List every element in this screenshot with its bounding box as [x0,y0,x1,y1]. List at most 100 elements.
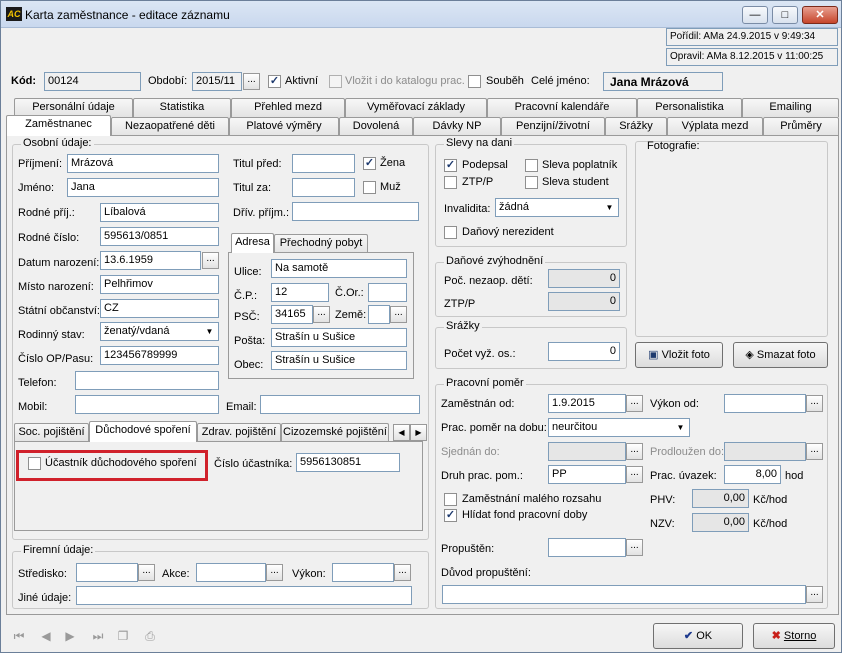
sjednan-do-input[interactable] [548,442,626,461]
zena-checkbox[interactable]: ✓ [363,157,376,170]
rodinny-stav-select[interactable]: ženatý/vdaná ▼ [100,322,219,341]
tab-pracovni-kalendare[interactable]: Pracovní kalendáře [487,98,637,117]
first-record-icon[interactable]: ⏮ [10,628,28,644]
stredisko-input[interactable] [76,563,138,582]
maly-rozsah-checkbox[interactable] [444,493,457,506]
ok-button[interactable]: ✔ OK [653,623,743,649]
muz-checkbox[interactable] [363,181,376,194]
previous-record-icon[interactable]: ◀ [37,628,55,644]
psc-picker-button[interactable]: ... [313,306,330,323]
ulice-input[interactable]: Na samotě [271,259,407,278]
zamestnan-od-input[interactable]: 1.9.2015 [548,394,626,413]
vykon-od-picker-button[interactable]: ... [806,395,823,412]
druh-picker-button[interactable]: ... [626,466,643,483]
stredisko-picker-button[interactable]: ... [138,564,155,581]
cor-input[interactable] [368,283,407,302]
tab-vymerovaci-zaklady[interactable]: Vyměřovací základy [345,98,487,117]
vykon-picker-button[interactable]: ... [394,564,411,581]
druh-input[interactable]: PP [548,465,626,484]
prijmeni-input[interactable]: Mrázová [67,154,219,173]
storno-button[interactable]: ✖ Storno [753,623,835,649]
akce-picker-button[interactable]: ... [266,564,283,581]
op-input[interactable]: 123456789999 [100,346,219,365]
tab-prehled-mezd[interactable]: Přehled mezd [231,98,345,117]
chevron-down-icon[interactable]: ▼ [673,420,688,435]
akce-input[interactable] [196,563,266,582]
last-record-icon[interactable]: ⏭ [89,628,107,644]
duvod-input[interactable] [442,585,806,604]
vlozit-foto-button[interactable]: ▣ Vložit foto [635,342,723,368]
tab-emailing[interactable]: Emailing [742,98,839,117]
tab-cizozemske-pojisteni[interactable]: Cizozemské pojištění [281,423,389,442]
prodlouzen-do-picker-button[interactable]: ... [806,443,823,460]
aktivni-checkbox[interactable]: ✓ [268,75,281,88]
jmeno-input[interactable]: Jana [67,178,219,197]
kod-field[interactable]: 00124 [44,72,141,91]
obcanstvi-input[interactable]: CZ [100,299,219,318]
posta-input[interactable]: Strašín u Sušice [271,328,407,347]
doba-select[interactable]: neurčitou ▼ [548,418,690,437]
podepsal-checkbox[interactable]: ✓ [444,159,457,172]
datum-narozeni-picker-button[interactable]: ... [202,252,219,269]
tab-prechodny-pobyt[interactable]: Přechodný pobyt [274,234,368,253]
maximize-button[interactable]: □ [772,6,798,24]
vlozit-checkbox[interactable] [329,75,342,88]
propusten-picker-button[interactable]: ... [626,539,643,556]
cislo-ucastnika-input[interactable]: 5956130851 [296,453,400,472]
telefon-input[interactable] [75,371,219,390]
tab-adresa[interactable]: Adresa [231,233,274,253]
ztpp-checkbox[interactable] [444,176,457,189]
cp-input[interactable]: 12 [271,283,329,302]
next-record-icon[interactable]: ▶ [61,628,79,644]
tab-soc-pojisteni[interactable]: Soc. pojištění [14,423,89,442]
tab-personalistika[interactable]: Personalistika [637,98,742,117]
mobil-input[interactable] [75,395,219,414]
copy-record-icon[interactable]: ❐ [114,628,132,644]
titul-za-input[interactable] [292,178,355,197]
zeme-picker-button[interactable]: ... [390,306,407,323]
psc-input[interactable]: 34165 [271,305,313,324]
rodne-prij-input[interactable]: Líbalová [100,203,219,222]
drive-prijm-input[interactable] [292,202,419,221]
close-button[interactable]: ✕ [802,6,838,24]
tab-zdrav-pojisteni[interactable]: Zdrav. pojištění [197,423,281,442]
print-icon[interactable]: ⎙ [141,628,159,644]
soubeh-checkbox[interactable] [468,75,481,88]
tab-nezaopatrene-deti[interactable]: Nezaopatřené děti [111,117,229,136]
tab-scroll-left-icon[interactable]: ◀ [393,424,410,441]
uvazek-input[interactable]: 8,00 [724,465,781,484]
hlidat-fond-checkbox[interactable]: ✓ [444,509,457,522]
tab-prumery[interactable]: Průměry [763,117,839,136]
vykon-input[interactable] [332,563,394,582]
obdobi-field[interactable]: 2015/11 [192,72,242,91]
prodlouzen-do-input[interactable] [724,442,806,461]
tab-duchodove-sporeni[interactable]: Důchodové spoření [89,421,197,442]
chevron-down-icon[interactable]: ▼ [602,200,617,215]
invalidita-select[interactable]: žádná ▼ [495,198,619,217]
tab-dovolena[interactable]: Dovolená [339,117,413,136]
obec-input[interactable]: Strašín u Sušice [271,351,407,370]
datum-narozeni-input[interactable]: 13.6.1959 [100,251,201,270]
zamestnan-od-picker-button[interactable]: ... [626,395,643,412]
tab-platove-vymery[interactable]: Platové výměry [229,117,339,136]
pocet-field[interactable]: 0 [548,342,620,361]
minimize-button[interactable]: — [742,6,768,24]
titul-pred-input[interactable] [292,154,355,173]
student-checkbox[interactable] [525,176,538,189]
tab-statistika[interactable]: Statistika [133,98,231,117]
zeme-input[interactable] [368,305,390,324]
tab-vyplata-mezd[interactable]: Výplata mezd [667,117,763,136]
sjednan-do-picker-button[interactable]: ... [626,443,643,460]
tab-scroll-right-icon[interactable]: ▶ [410,424,427,441]
tab-srazky[interactable]: Srážky [605,117,667,136]
jine-udaje-input[interactable] [76,586,412,605]
obdobi-picker-button[interactable]: ... [243,73,260,90]
poplatnik-checkbox[interactable] [525,159,538,172]
smazat-foto-button[interactable]: ◈ Smazat foto [733,342,828,368]
tab-zamestnanec[interactable]: Zaměstnanec [6,115,111,136]
propusten-input[interactable] [548,538,626,557]
nerezident-checkbox[interactable] [444,226,457,239]
tab-penzijni-zivotni[interactable]: Penzijní/životní [501,117,605,136]
tab-davky-np[interactable]: Dávky NP [413,117,501,136]
rodne-cislo-input[interactable]: 595613/0851 [100,227,219,246]
